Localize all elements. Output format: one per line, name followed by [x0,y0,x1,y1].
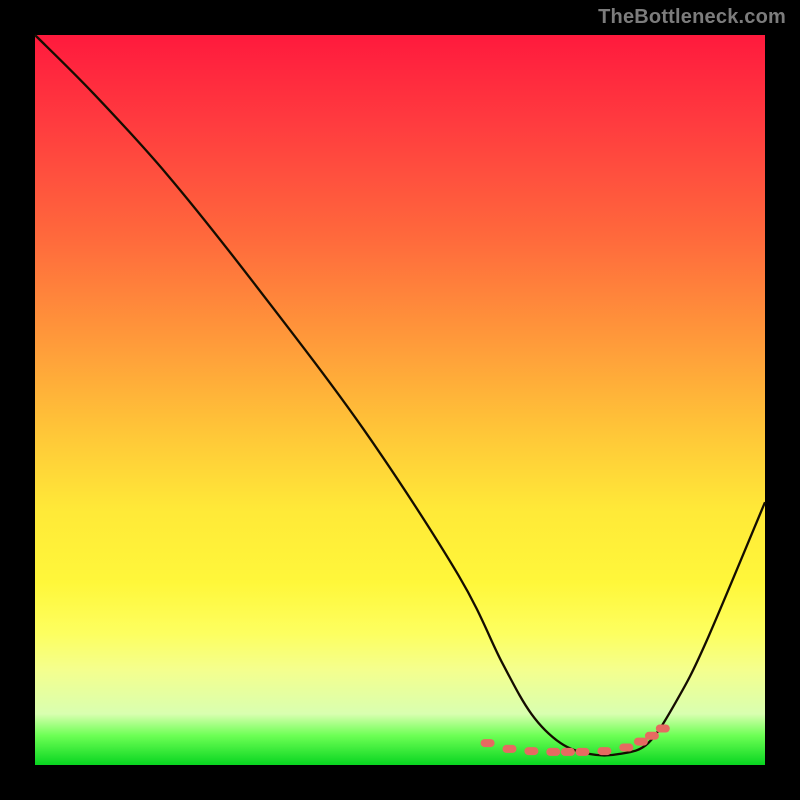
curve-marker [619,744,633,752]
curve-marker [546,748,560,756]
bottleneck-curve [35,35,765,765]
curve-marker [524,747,538,755]
curve-marker [576,748,590,756]
curve-line [35,35,765,755]
curve-marker [561,748,575,756]
curve-marker [481,739,495,747]
curve-marker [597,747,611,755]
curve-marker [634,738,648,746]
curve-marker [645,732,659,740]
curve-marker [503,745,517,753]
curve-marker [656,725,670,733]
watermark-text: TheBottleneck.com [598,6,786,29]
